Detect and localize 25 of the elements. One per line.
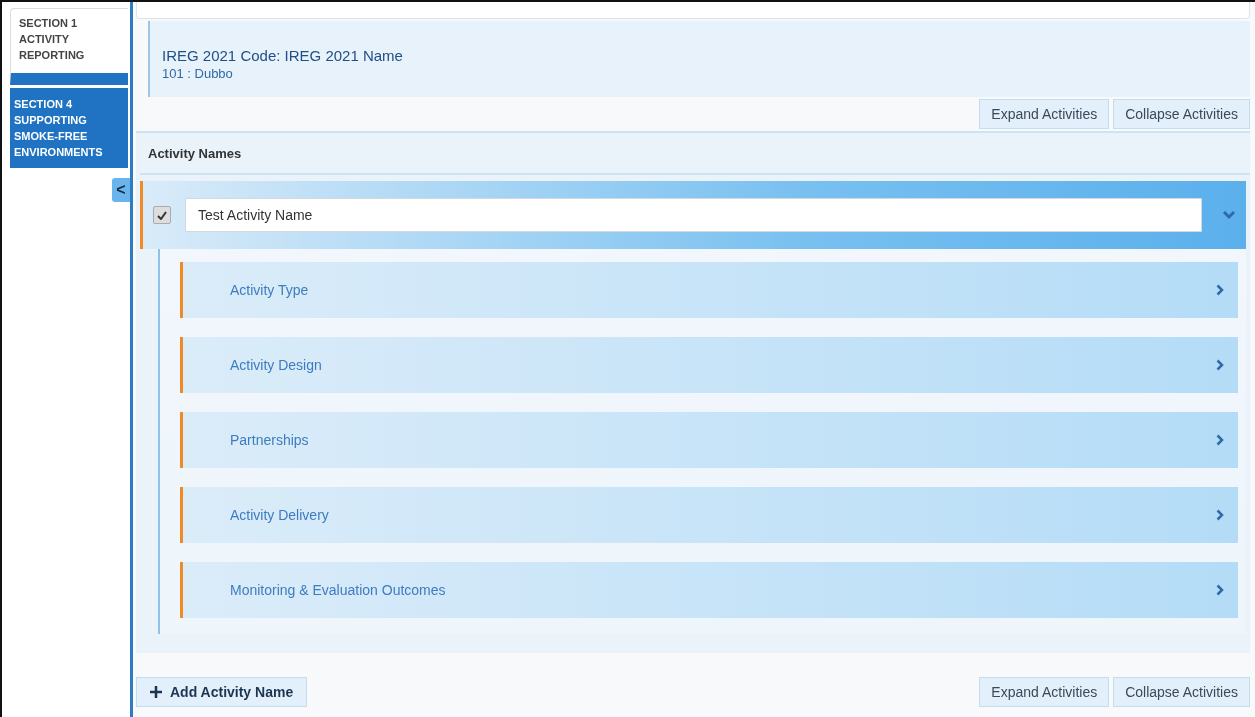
- activity-section-row[interactable]: Partnerships: [180, 412, 1238, 468]
- expand-activities-button[interactable]: Expand Activities: [979, 99, 1110, 129]
- expand-activities-button[interactable]: Expand Activities: [979, 677, 1110, 707]
- chevron-right-icon: [1216, 509, 1224, 521]
- plus-icon: [150, 686, 162, 698]
- section-tab[interactable]: SECTION 1 ACTIVITY REPORTING: [10, 8, 128, 85]
- activity-section-row[interactable]: Activity Type: [180, 262, 1238, 318]
- section-tab[interactable]: SECTION 4 SUPPORTING SMOKE-FREE ENVIRONMENTS: [10, 88, 128, 168]
- section-heading: Activity Names: [140, 133, 1250, 175]
- region-heading: IREG 2021 Code: IREG 2021 Name: [162, 47, 404, 64]
- collapse-sidebar-button[interactable]: <: [112, 178, 130, 202]
- chevron-right-icon: [1216, 359, 1224, 371]
- activity-section-row[interactable]: Activity Design: [180, 337, 1238, 393]
- collapse-activities-button[interactable]: Collapse Activities: [1113, 677, 1250, 707]
- check-icon: [157, 210, 167, 220]
- checkbox[interactable]: [153, 206, 171, 224]
- add-activity-button[interactable]: Add Activity Name: [136, 677, 308, 707]
- chevron-right-icon: [1216, 434, 1224, 446]
- chevron-right-icon: [1216, 284, 1224, 296]
- region-value: 101 : Dubbo: [162, 66, 234, 81]
- activity-section-row[interactable]: Monitoring & Evaluation Outcomes: [180, 562, 1238, 618]
- chevron-right-icon: [1216, 584, 1224, 596]
- collapse-activities-button[interactable]: Collapse Activities: [1113, 99, 1250, 129]
- activity-name-field[interactable]: Test Activity Name: [185, 198, 1202, 232]
- activity-section-row[interactable]: Activity Delivery: [180, 487, 1238, 543]
